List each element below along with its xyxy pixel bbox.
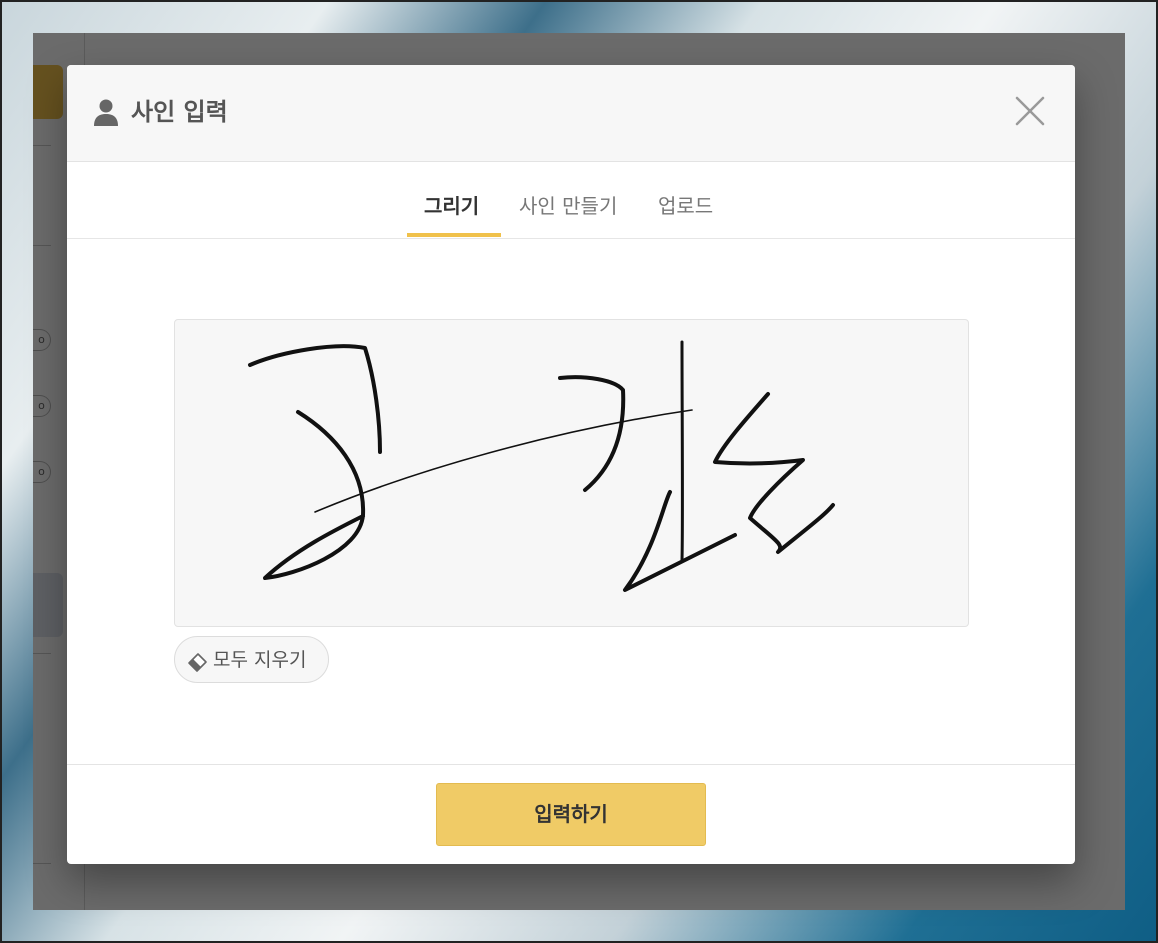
close-icon[interactable] [1013, 94, 1047, 128]
tab-draw[interactable]: 그리기 [424, 192, 479, 220]
submit-button[interactable]: 입력하기 [436, 783, 706, 846]
modal-title: 사인 입력 [131, 98, 228, 126]
tab-upload[interactable]: 업로드 [658, 192, 713, 220]
eraser-icon [186, 649, 210, 673]
tab-make-signature[interactable]: 사인 만들기 [519, 192, 617, 220]
submit-button-label: 입력하기 [534, 802, 608, 826]
modal-header: 사인 입력 [67, 65, 1075, 162]
signature-canvas[interactable] [174, 319, 969, 627]
signature-modal: 사인 입력 그리기 사인 만들기 업로드 모두 지우기 입력하기 [67, 65, 1075, 864]
tab-bar: 그리기 사인 만들기 업로드 [67, 162, 1075, 239]
signature-drawing [248, 340, 835, 592]
active-tab-indicator [407, 233, 501, 237]
clear-all-button[interactable]: 모두 지우기 [174, 636, 329, 683]
user-icon [93, 98, 119, 126]
clear-all-label: 모두 지우기 [213, 649, 307, 671]
footer-divider [67, 764, 1075, 765]
